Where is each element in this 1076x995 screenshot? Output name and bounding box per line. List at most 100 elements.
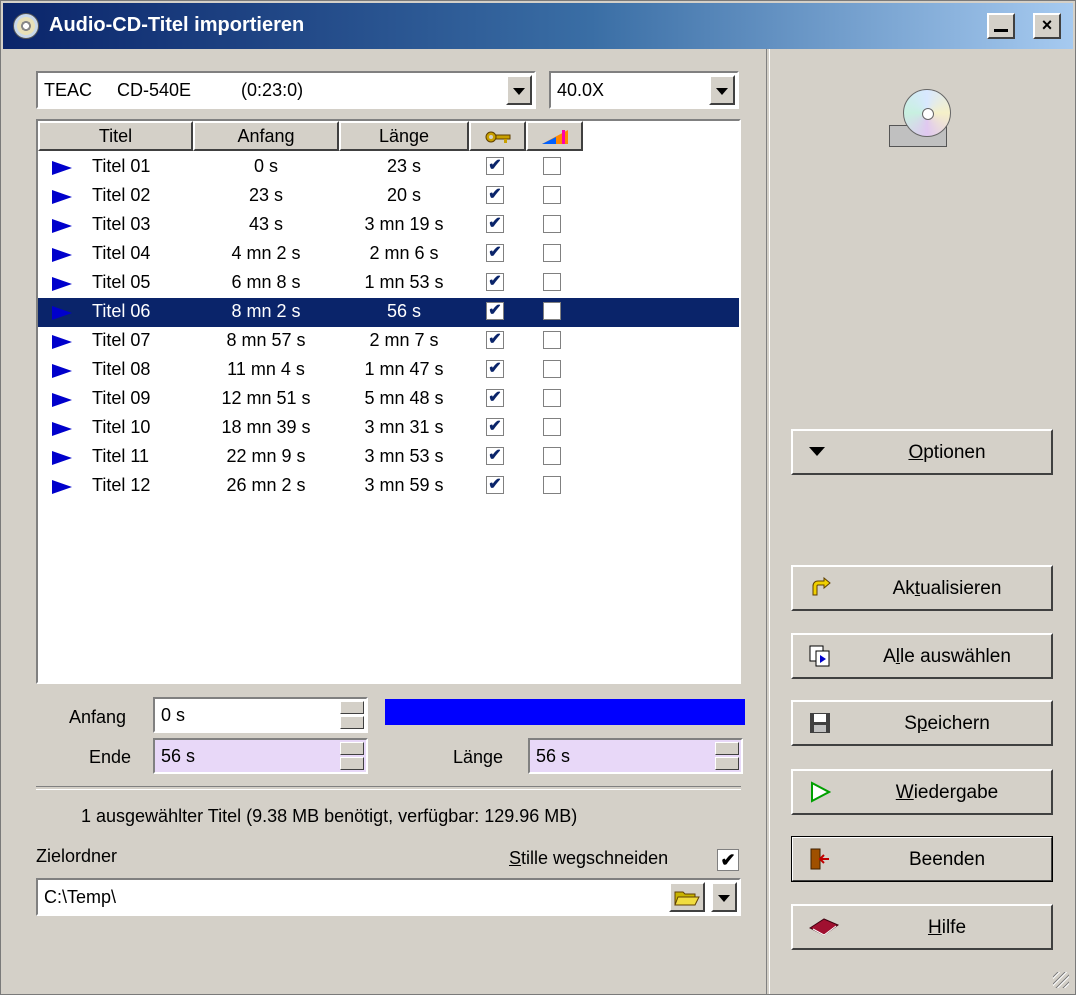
column-header-title[interactable]: Titel bbox=[38, 121, 193, 151]
exit-door-icon bbox=[810, 848, 829, 870]
track-normalize-checkbox[interactable] bbox=[543, 476, 561, 494]
track-row[interactable]: Titel 09 12 mn 51 s 5 mn 48 s ✔ bbox=[38, 385, 739, 414]
track-title: Titel 02 bbox=[92, 185, 151, 205]
track-normalize-checkbox[interactable] bbox=[543, 157, 561, 175]
track-length: 56 s bbox=[386, 301, 422, 321]
exit-button[interactable]: Beenden bbox=[791, 836, 1053, 882]
select-all-button[interactable]: Alle auswählen bbox=[791, 633, 1053, 679]
play-icon bbox=[52, 335, 72, 349]
start-spinner[interactable] bbox=[340, 701, 364, 729]
chevron-down-icon bbox=[718, 895, 730, 902]
save-label: Speichern bbox=[904, 713, 990, 734]
track-start: 11 mn 4 s bbox=[227, 359, 305, 379]
end-label: Ende bbox=[89, 747, 132, 767]
track-start: 8 mn 57 s bbox=[226, 330, 306, 350]
track-start: 23 s bbox=[248, 185, 284, 205]
track-list[interactable]: Titel Anfang Länge Titel 01 0 s 23 s ✔ Titel… bbox=[36, 119, 741, 684]
track-start: 6 mn 8 s bbox=[231, 272, 301, 292]
track-normalize-checkbox[interactable] bbox=[543, 273, 561, 291]
track-normalize-checkbox[interactable] bbox=[543, 418, 561, 436]
track-row[interactable]: Titel 10 18 mn 39 s 3 mn 31 s ✔ bbox=[38, 414, 739, 443]
close-button[interactable]: × bbox=[1033, 13, 1061, 39]
end-value: 56 s bbox=[161, 746, 196, 766]
play-button[interactable]: Wiedergabe bbox=[791, 769, 1053, 815]
speed-select-value: 40.0X bbox=[557, 80, 605, 100]
length-spinner[interactable] bbox=[715, 742, 739, 770]
folder-open-icon bbox=[674, 891, 700, 906]
help-button[interactable]: Hilfe bbox=[791, 904, 1053, 950]
track-length: 3 mn 31 s bbox=[364, 417, 444, 437]
track-row[interactable]: Titel 05 6 mn 8 s 1 mn 53 s ✔ bbox=[38, 269, 739, 298]
track-import-checkbox[interactable]: ✔ bbox=[486, 186, 504, 204]
track-import-checkbox[interactable]: ✔ bbox=[486, 447, 504, 465]
options-button[interactable]: Optionen bbox=[791, 429, 1053, 475]
drive-dropdown-button[interactable] bbox=[506, 75, 532, 105]
target-folder-label: Zielordner bbox=[36, 846, 118, 866]
minimize-button[interactable] bbox=[987, 13, 1015, 39]
resize-grip[interactable] bbox=[1053, 972, 1069, 988]
column-header-start[interactable]: Anfang bbox=[193, 121, 339, 151]
play-icon bbox=[811, 781, 831, 803]
target-folder-input[interactable]: C:\Temp\ bbox=[36, 878, 741, 916]
speed-dropdown-button[interactable] bbox=[709, 75, 735, 105]
track-row[interactable]: Titel 07 8 mn 57 s 2 mn 7 s ✔ bbox=[38, 327, 739, 356]
end-spinner[interactable] bbox=[340, 742, 364, 770]
drive-select[interactable]: TEAC CD-540E (0:23:0) bbox=[36, 71, 536, 109]
track-normalize-checkbox[interactable] bbox=[543, 331, 561, 349]
save-button[interactable]: Speichern bbox=[791, 700, 1053, 746]
track-row[interactable]: Titel 08 11 mn 4 s 1 mn 47 s ✔ bbox=[38, 356, 739, 385]
track-title: Titel 03 bbox=[92, 214, 151, 234]
track-normalize-checkbox[interactable] bbox=[543, 447, 561, 465]
track-import-checkbox[interactable]: ✔ bbox=[486, 331, 504, 349]
track-row[interactable]: Titel 04 4 mn 2 s 2 mn 6 s ✔ bbox=[38, 240, 739, 269]
track-import-checkbox[interactable]: ✔ bbox=[486, 418, 504, 436]
column-header-key[interactable] bbox=[469, 121, 526, 151]
triangle-down-icon bbox=[809, 441, 831, 463]
track-title: Titel 08 bbox=[92, 359, 151, 379]
title-bar[interactable]: Audio-CD-Titel importieren × bbox=[3, 3, 1073, 49]
track-normalize-checkbox[interactable] bbox=[543, 389, 561, 407]
track-import-checkbox[interactable]: ✔ bbox=[486, 244, 504, 262]
track-row[interactable]: Titel 02 23 s 20 s ✔ bbox=[38, 182, 739, 211]
track-row[interactable]: Titel 01 0 s 23 s ✔ bbox=[38, 153, 739, 182]
track-title: Titel 07 bbox=[92, 330, 151, 350]
track-start: 43 s bbox=[248, 214, 284, 234]
track-normalize-checkbox[interactable] bbox=[543, 302, 561, 320]
column-header-length[interactable]: Länge bbox=[339, 121, 469, 151]
track-row[interactable]: Titel 12 26 mn 2 s 3 mn 59 s ✔ bbox=[38, 472, 739, 501]
track-normalize-checkbox[interactable] bbox=[543, 215, 561, 233]
play-icon bbox=[52, 248, 72, 262]
end-field[interactable]: 56 s bbox=[153, 738, 368, 774]
track-length: 20 s bbox=[386, 185, 422, 205]
target-folder-dropdown[interactable] bbox=[711, 882, 737, 912]
length-field[interactable]: 56 s bbox=[528, 738, 743, 774]
trim-silence-label: Stille wegschneiden bbox=[509, 848, 669, 868]
track-row[interactable]: Titel 06 8 mn 2 s 56 s ✔ bbox=[38, 298, 739, 327]
track-title: Titel 06 bbox=[92, 301, 151, 321]
track-import-checkbox[interactable]: ✔ bbox=[486, 157, 504, 175]
track-row[interactable]: Titel 11 22 mn 9 s 3 mn 53 s ✔ bbox=[38, 443, 739, 472]
minimize-icon bbox=[994, 29, 1008, 32]
track-import-checkbox[interactable]: ✔ bbox=[486, 360, 504, 378]
start-field[interactable]: 0 s bbox=[153, 697, 368, 733]
browse-folder-button[interactable] bbox=[669, 882, 705, 912]
track-import-checkbox[interactable]: ✔ bbox=[486, 389, 504, 407]
import-dialog: Audio-CD-Titel importieren × TEAC CD-540… bbox=[0, 0, 1076, 995]
play-icon bbox=[52, 364, 72, 378]
track-import-checkbox[interactable]: ✔ bbox=[486, 273, 504, 291]
track-normalize-checkbox[interactable] bbox=[543, 244, 561, 262]
track-row[interactable]: Titel 03 43 s 3 mn 19 s ✔ bbox=[38, 211, 739, 240]
refresh-button[interactable]: Aktualisieren bbox=[791, 565, 1053, 611]
speed-select[interactable]: 40.0X bbox=[549, 71, 739, 109]
track-normalize-checkbox[interactable] bbox=[543, 360, 561, 378]
trim-silence-checkbox[interactable]: ✔ bbox=[717, 849, 739, 871]
track-normalize-checkbox[interactable] bbox=[543, 186, 561, 204]
track-start: 18 mn 39 s bbox=[221, 417, 311, 437]
refresh-arrow-icon bbox=[812, 577, 831, 596]
exit-label: Beenden bbox=[908, 849, 986, 870]
track-import-checkbox[interactable]: ✔ bbox=[486, 215, 504, 233]
track-import-checkbox[interactable]: ✔ bbox=[486, 302, 504, 320]
column-header-level[interactable] bbox=[526, 121, 583, 151]
drive-select-value: TEAC CD-540E (0:23:0) bbox=[44, 80, 304, 100]
track-import-checkbox[interactable]: ✔ bbox=[486, 476, 504, 494]
